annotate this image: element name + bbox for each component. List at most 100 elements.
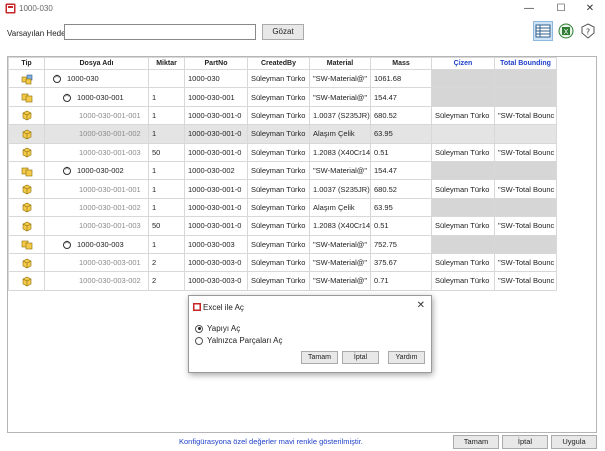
cizen-cell[interactable] xyxy=(431,160,495,181)
collapse-toggle-icon[interactable]: ^ xyxy=(53,75,61,84)
dialog-cancel-button[interactable]: İptal xyxy=(342,351,379,364)
qty-cell[interactable]: 50 xyxy=(148,216,185,236)
column-header-cizen[interactable]: Çizen xyxy=(431,57,495,70)
partno-cell[interactable]: 1000-030 xyxy=(184,68,248,89)
table-row[interactable]: ^ 1000-030-001 1 1000-030-001 Süleyman Türko… xyxy=(8,87,557,107)
partno-cell[interactable]: 1000-030-001-0 xyxy=(184,216,248,236)
cizen-cell[interactable]: Süleyman Türko xyxy=(431,271,495,291)
material-cell[interactable]: 1.0037 (S235JR) xyxy=(309,179,371,199)
createdby-cell[interactable]: Süleyman Türko xyxy=(247,252,310,273)
radio-icon[interactable] xyxy=(195,324,203,333)
collapse-toggle-icon[interactable]: ^ xyxy=(63,93,71,102)
ok-button[interactable]: Tamam xyxy=(453,435,499,449)
file-name-cell[interactable]: 1000-030-001-001 xyxy=(44,179,149,199)
table-row[interactable]: 1000-030-001-002 1 1000-030-001-0 Süleyman … xyxy=(8,124,557,144)
qty-cell[interactable]: 1 xyxy=(148,179,185,199)
help-icon[interactable]: ? xyxy=(578,21,598,41)
column-header-qty[interactable]: Miktar xyxy=(148,57,185,70)
dialog-ok-button[interactable]: Tamam xyxy=(301,351,338,364)
createdby-cell[interactable]: Süleyman Türko xyxy=(247,179,310,199)
qty-cell[interactable]: 1 xyxy=(148,105,185,126)
bounding-cell[interactable] xyxy=(494,160,557,181)
table-row[interactable]: 1000-030-001-003 50 1000-030-001-0 Süleyman… xyxy=(8,216,557,236)
bounding-cell[interactable]: "SW-Total Bounc xyxy=(494,271,557,291)
cizen-cell[interactable] xyxy=(431,124,495,144)
bounding-cell[interactable] xyxy=(494,68,557,89)
mass-cell[interactable]: 63.95 xyxy=(370,197,432,218)
partno-cell[interactable]: 1000-030-001 xyxy=(184,87,248,107)
table-row[interactable]: 1000-030-003-002 2 1000-030-003-0 Süleyman … xyxy=(8,271,557,291)
mass-cell[interactable]: 154.47 xyxy=(370,87,432,107)
material-cell[interactable]: "SW-Material@" xyxy=(309,271,371,291)
partno-cell[interactable]: 1000-030-001-0 xyxy=(184,197,248,218)
partno-cell[interactable]: 1000-030-001-0 xyxy=(184,105,248,126)
cizen-cell[interactable] xyxy=(431,68,495,89)
partno-cell[interactable]: 1000-030-002 xyxy=(184,160,248,181)
partno-cell[interactable]: 1000-030-003-0 xyxy=(184,271,248,291)
file-name-cell[interactable]: ^ 1000-030 xyxy=(44,68,149,89)
close-window-button[interactable]: ✕ xyxy=(575,0,605,18)
cizen-cell[interactable]: Süleyman Türko xyxy=(431,252,495,273)
material-cell[interactable]: "SW-Material@" xyxy=(309,234,371,254)
createdby-cell[interactable]: Süleyman Türko xyxy=(247,216,310,236)
partno-cell[interactable]: 1000-030-001-0 xyxy=(184,142,248,162)
open-with-excel-dialog[interactable]: Excel ile Aç ✕ Yapıyı Aç Yalnızca Parçal… xyxy=(188,295,432,373)
table-row[interactable]: ^ 1000-030-002 1 1000-030-002 Süleyman Türko… xyxy=(8,160,557,181)
column-header-tip[interactable]: Tip xyxy=(8,57,45,70)
apply-button[interactable]: Uygula xyxy=(551,435,597,449)
column-header-createdby[interactable]: CreatedBy xyxy=(247,57,310,70)
mass-cell[interactable]: 154.47 xyxy=(370,160,432,181)
table-row[interactable]: 1000-030-001-003 50 1000-030-001-0 Süleyman… xyxy=(8,142,557,162)
file-name-cell[interactable]: 1000-030-003-002 xyxy=(44,271,149,291)
mass-cell[interactable]: 0.51 xyxy=(370,216,432,236)
qty-cell[interactable]: 1 xyxy=(148,234,185,254)
column-header-bounding[interactable]: Total Bounding xyxy=(494,57,557,70)
cizen-cell[interactable] xyxy=(431,234,495,254)
qty-cell[interactable]: 1 xyxy=(148,124,185,144)
partno-cell[interactable]: 1000-030-003 xyxy=(184,234,248,254)
table-row[interactable]: ^ 1000-030-003 1 1000-030-003 Süleyman Türko… xyxy=(8,234,557,254)
partno-cell[interactable]: 1000-030-003-0 xyxy=(184,252,248,273)
createdby-cell[interactable]: Süleyman Türko xyxy=(247,234,310,254)
createdby-cell[interactable]: Süleyman Türko xyxy=(247,87,310,107)
file-name-cell[interactable]: 1000-030-001-002 xyxy=(44,124,149,144)
mass-cell[interactable]: 1061.68 xyxy=(370,68,432,89)
bounding-cell[interactable] xyxy=(494,87,557,107)
createdby-cell[interactable]: Süleyman Türko xyxy=(247,68,310,89)
radio-open-structure[interactable]: Yapıyı Aç xyxy=(195,324,240,333)
file-name-cell[interactable]: 1000-030-003-001 xyxy=(44,252,149,273)
material-cell[interactable]: 1.2083 (X40Cr14 xyxy=(309,142,371,162)
file-name-cell[interactable]: ^ 1000-030-002 xyxy=(44,160,149,181)
mass-cell[interactable]: 680.52 xyxy=(370,105,432,126)
file-name-cell[interactable]: 1000-030-001-003 xyxy=(44,142,149,162)
mass-cell[interactable]: 752.75 xyxy=(370,234,432,254)
qty-cell[interactable] xyxy=(148,68,185,89)
createdby-cell[interactable]: Süleyman Türko xyxy=(247,160,310,181)
table-row[interactable]: 1000-030-001-001 1 1000-030-001-0 Süleyman … xyxy=(8,105,557,126)
material-cell[interactable]: "SW-Material@" xyxy=(309,68,371,89)
bounding-cell[interactable]: "SW-Total Bounc xyxy=(494,252,557,273)
bounding-cell[interactable]: "SW-Total Bounc xyxy=(494,216,557,236)
bounding-cell[interactable] xyxy=(494,197,557,218)
table-row[interactable]: 1000-030-003-001 2 1000-030-003-0 Süleyman … xyxy=(8,252,557,273)
qty-cell[interactable]: 2 xyxy=(148,252,185,273)
file-name-cell[interactable]: ^ 1000-030-001 xyxy=(44,87,149,107)
table-row[interactable]: 1000-030-001-001 1 1000-030-001-0 Süleyman … xyxy=(8,179,557,199)
cizen-cell[interactable]: Süleyman Türko xyxy=(431,142,495,162)
bounding-cell[interactable]: "SW-Total Bounc xyxy=(494,179,557,199)
bom-grid[interactable]: Tip Dosya Adı Miktar PartNo CreatedBy Materia… xyxy=(7,56,597,433)
material-cell[interactable]: "SW-Material@" xyxy=(309,87,371,107)
material-cell[interactable]: Alaşım Çelik xyxy=(309,124,371,144)
dialog-close-icon[interactable]: ✕ xyxy=(417,300,425,311)
material-cell[interactable]: "SW-Material@" xyxy=(309,160,371,181)
material-cell[interactable]: "SW-Material@" xyxy=(309,252,371,273)
radio-open-parts-only[interactable]: Yalnızca Parçaları Aç xyxy=(195,336,282,345)
collapse-toggle-icon[interactable]: ^ xyxy=(63,240,71,249)
mass-cell[interactable]: 0.51 xyxy=(370,142,432,162)
qty-cell[interactable]: 1 xyxy=(148,87,185,107)
cizen-cell[interactable]: Süleyman Türko xyxy=(431,105,495,126)
mass-cell[interactable]: 0.71 xyxy=(370,271,432,291)
qty-cell[interactable]: 1 xyxy=(148,160,185,181)
createdby-cell[interactable]: Süleyman Türko xyxy=(247,142,310,162)
material-cell[interactable]: Alaşım Çelik xyxy=(309,197,371,218)
